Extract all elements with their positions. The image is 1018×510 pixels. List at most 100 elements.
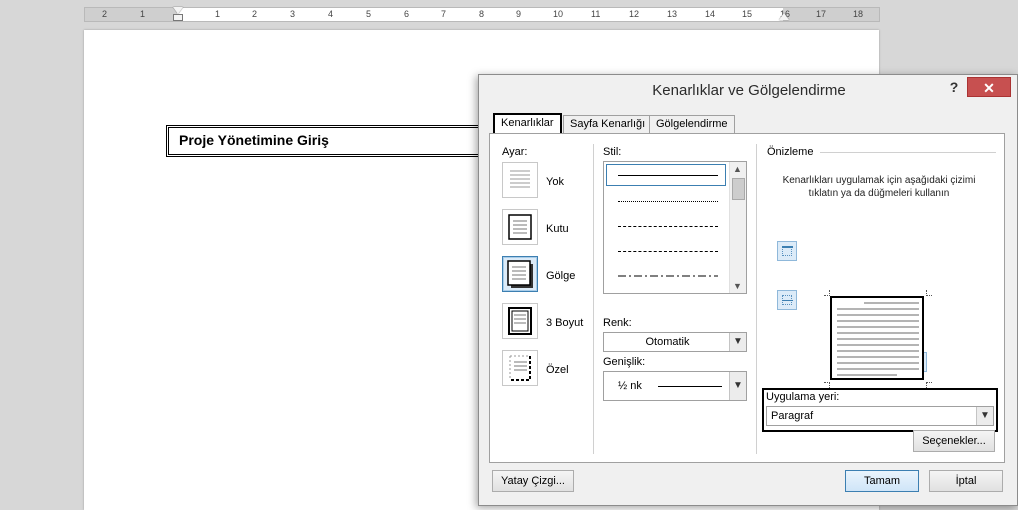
dialog-title-bar[interactable]: Kenarlıklar ve Gölgelendirme ? ✕ [479,75,1017,105]
threed-doc-icon [508,307,532,335]
preview-line [837,338,919,340]
options-button[interactable]: Seçenekler... [913,430,995,452]
scroll-down-icon[interactable]: ▼ [733,281,742,291]
ruler-number: 9 [516,9,522,19]
tab-page-border-label: Sayfa Kenarlığı [570,118,646,130]
width-value: ½ nk [618,380,642,392]
ruler-number: 1 [215,9,221,19]
first-line-indent-marker[interactable] [173,7,183,14]
ruler-number: 5 [366,9,372,19]
ruler-number: 18 [853,9,864,19]
preview-line [837,362,919,364]
horizontal-line-button[interactable]: Yatay Çizgi... [492,470,574,492]
setting-none-label[interactable]: Yok [546,176,564,188]
setting-none-icon[interactable] [502,162,538,198]
ruler-number: 8 [479,9,485,19]
borders-panel: Ayar: Yok Kutu Gölge 3 Boyut Özel Stil: … [489,133,1005,463]
chevron-down-icon[interactable]: ▼ [729,333,746,351]
tab-shading[interactable]: Gölgelendirme [649,115,735,134]
ruler-number: 2 [252,9,258,19]
ruler-number: 7 [441,9,447,19]
ruler-number: 3 [290,9,296,19]
tab-borders[interactable]: Kenarlıklar [493,113,562,133]
width-label: Genişlik: [603,356,646,368]
ok-button[interactable]: Tamam [845,470,919,492]
preview-rule [820,152,996,153]
chevron-down-icon[interactable]: ▼ [976,407,993,425]
left-indent-marker[interactable] [173,14,183,21]
width-dropdown[interactable]: ½ nk ▼ [603,371,747,401]
chevron-down-icon[interactable]: ▼ [729,372,746,400]
horizontal-ruler[interactable]: 2 1 1 2 3 4 5 6 7 8 9 10 11 12 13 14 15 … [84,7,880,22]
top-border-button[interactable] [777,241,797,261]
style-dashed-small[interactable] [618,226,718,227]
preview-line [837,326,919,328]
style-list[interactable]: ▲ ▼ [603,161,747,294]
scroll-up-icon[interactable]: ▲ [733,164,742,174]
tab-page-border[interactable]: Sayfa Kenarlığı [563,115,653,134]
apply-to-value: Paragraf [771,410,814,422]
color-label: Renk: [603,317,632,329]
setting-custom-label[interactable]: Özel [546,364,569,376]
box-doc-icon [508,214,532,240]
preview-label: Önizleme [767,146,814,158]
help-button[interactable]: ? [944,79,964,99]
setting-box-label[interactable]: Kutu [546,223,569,235]
ruler-number: 2 [102,9,108,19]
ruler-number: 6 [404,9,410,19]
inside-border-line [782,300,793,301]
width-line-sample [658,386,722,387]
inside-border-button[interactable] [777,290,797,310]
right-indent-marker[interactable] [779,13,789,20]
apply-to-group: Uygulama yeri: Paragraf ▼ [762,388,998,432]
ruler-right-margin [783,8,879,21]
color-value: Otomatik [645,336,690,348]
scroll-thumb[interactable] [732,178,745,200]
ruler-number: 12 [629,9,640,19]
preview-line [864,302,919,304]
tab-borders-label: Kenarlıklar [501,117,554,129]
setting-3d-icon[interactable] [502,303,538,339]
color-dropdown[interactable]: Otomatik ▼ [603,332,747,352]
apply-to-dropdown[interactable]: Paragraf ▼ [766,406,994,426]
setting-shadow-label[interactable]: Gölge [546,270,575,282]
preview-line [837,344,919,346]
cancel-button[interactable]: İptal [929,470,1003,492]
corner-mark [926,290,932,296]
ruler-number: 1 [140,9,146,19]
separator [593,144,594,454]
preview-line [837,356,919,358]
custom-doc-icon [509,355,531,381]
preview-diagram[interactable] [830,296,924,380]
ruler-number: 15 [742,9,753,19]
ruler-number: 10 [553,9,564,19]
borders-shading-dialog: Kenarlıklar ve Gölgelendirme ? ✕ Kenarlı… [478,74,1018,506]
dialog-title: Kenarlıklar ve Gölgelendirme [652,82,846,99]
style-dotted[interactable] [618,201,718,202]
setting-3d-label[interactable]: 3 Boyut [546,317,583,329]
style-list-scrollbar[interactable]: ▲ ▼ [729,162,746,293]
ruler-left-margin [85,8,177,21]
style-dashed[interactable] [618,251,718,252]
setting-custom-icon[interactable] [502,350,538,386]
style-dash-dot[interactable] [618,274,720,278]
apply-to-label: Uygulama yeri: [766,391,840,403]
preview-line [837,374,897,376]
top-border-line [782,246,793,248]
separator [756,144,757,454]
ruler-number: 11 [591,9,601,19]
style-solid[interactable] [618,175,718,176]
close-button[interactable]: ✕ [967,77,1011,97]
ruler-number: 13 [667,9,678,19]
document-heading[interactable]: Proje Yönetimine Giriş [166,125,496,157]
preview-line [837,320,919,322]
preview-line [837,332,919,334]
ruler-number: 14 [705,9,716,19]
preview-instruction: Kenarlıkları uygulamak için aşağıdaki çi… [782,175,976,199]
setting-label: Ayar: [502,146,528,158]
setting-box-icon[interactable] [502,209,538,245]
tab-shading-label: Gölgelendirme [656,118,728,130]
preview-line [837,350,919,352]
setting-shadow-icon[interactable] [502,256,538,292]
ruler-number: 17 [816,9,827,19]
